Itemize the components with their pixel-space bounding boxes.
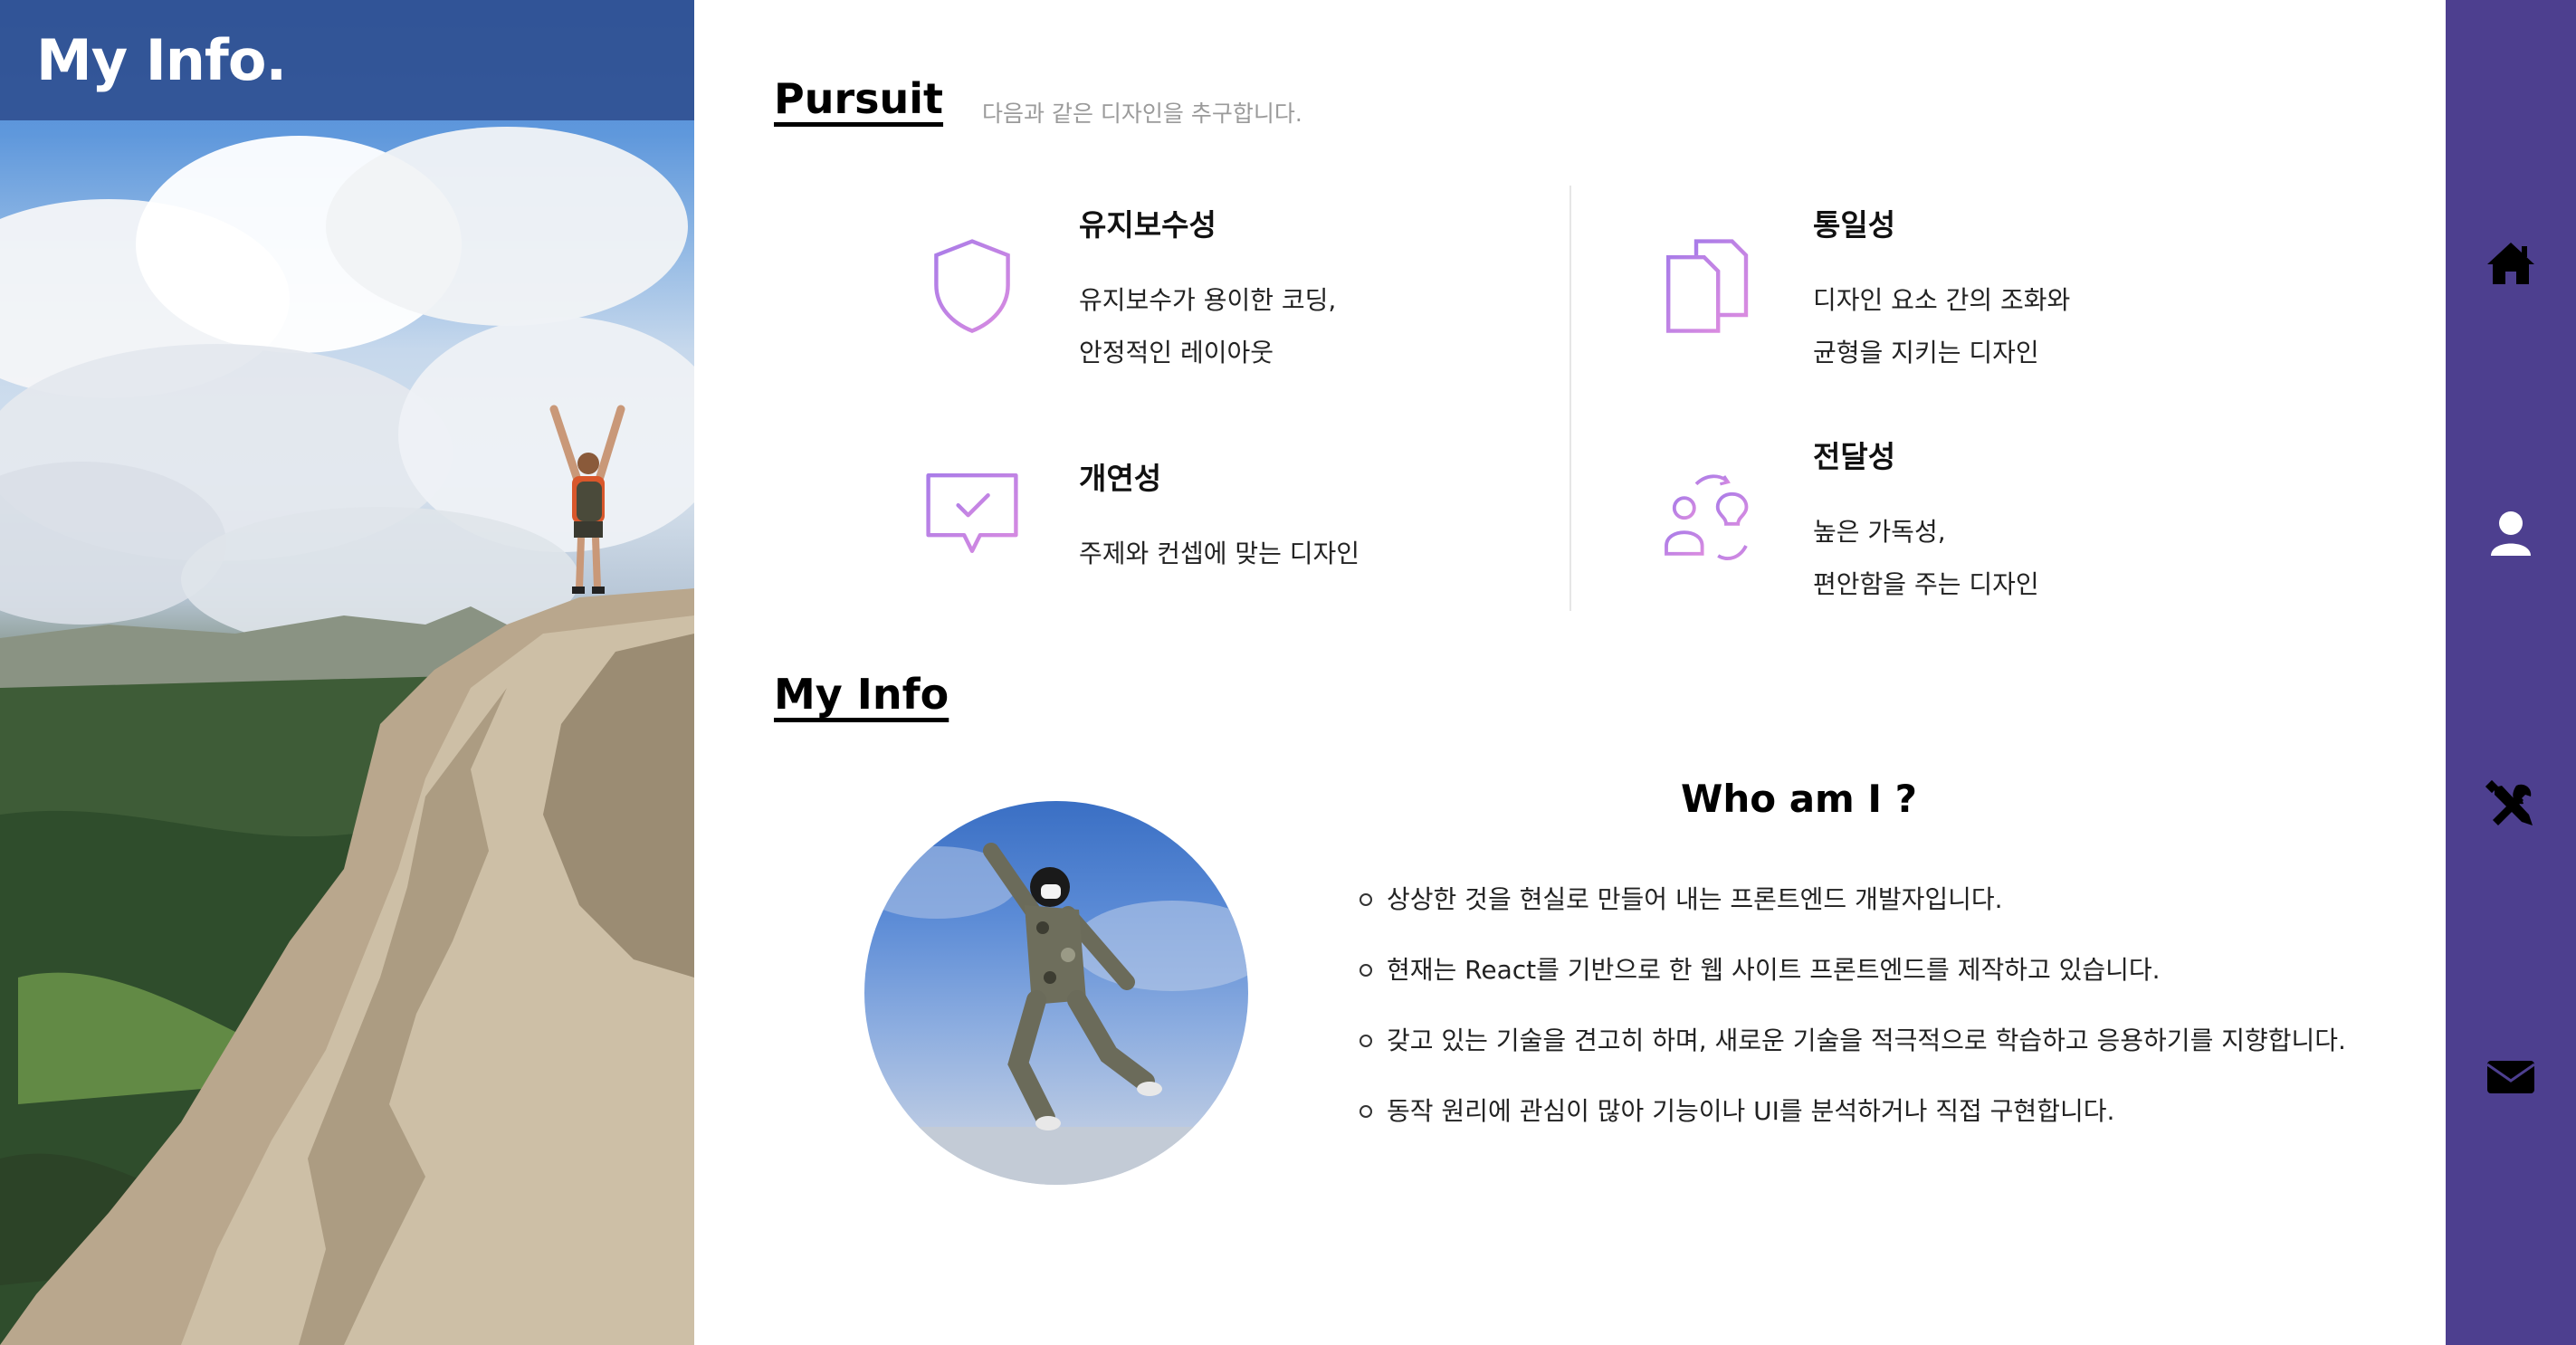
card-text: 디자인 요소 간의 조화와 — [1813, 285, 2071, 315]
chat-check-icon — [926, 473, 1018, 553]
nav-contact-button[interactable] — [2484, 1050, 2538, 1104]
nav-home-button[interactable] — [2484, 235, 2538, 290]
documents-icon — [1666, 239, 1749, 333]
card-title: 통일성 — [1813, 207, 1896, 243]
shield-icon — [934, 239, 1010, 333]
card-text: 유지보수가 용이한 코딩, — [1079, 285, 1337, 315]
card-text: 균형을 지키는 디자인 — [1813, 338, 2039, 367]
myinfo-title: My Info — [774, 670, 949, 719]
user-icon — [2491, 511, 2531, 556]
profile-photo-image — [864, 843, 1248, 1185]
list-item: 동작 원리에 관심이 많아 기능이나 UI를 분석하거나 직접 구현합니다. — [1360, 1090, 2355, 1133]
card-text: 편안함을 주는 디자인 — [1813, 569, 2039, 599]
card-title: 유지보수성 — [1079, 207, 1216, 243]
card-title: 개연성 — [1079, 461, 1162, 496]
list-item-text: 동작 원리에 관심이 많아 기능이나 UI를 분석하거나 직접 구현합니다. — [1387, 1096, 2115, 1126]
pursuit-title: Pursuit — [774, 74, 944, 123]
pursuit-subtitle: 다음과 같은 디자인을 추구합니다. — [982, 100, 1302, 127]
list-item-text: 현재는 React를 기반으로 한 웹 사이트 프론트엔드를 제작하고 있습니다… — [1387, 955, 2161, 985]
bullet-icon — [1360, 964, 1372, 977]
nav-skills-button[interactable] — [2484, 778, 2538, 833]
list-item-text: 갖고 있는 기술을 견고히 하며, 새로운 기술을 적극적으로 학습하고 응용하… — [1387, 1025, 2346, 1055]
list-item: 상상한 것을 현실로 만들어 내는 프론트엔드 개발자입니다. — [1360, 878, 2355, 921]
about-list: 상상한 것을 현실로 만들어 내는 프론트엔드 개발자입니다. 현재는 Reac… — [1360, 878, 2355, 1160]
hero-panel: My Info. — [0, 0, 694, 1345]
home-icon — [2487, 243, 2534, 284]
side-nav — [2446, 0, 2576, 1345]
bullet-icon — [1360, 1105, 1372, 1118]
pursuit-divider — [1569, 186, 1571, 611]
person-idea-icon — [1665, 474, 1749, 560]
bullet-icon — [1360, 1035, 1372, 1047]
list-item: 갖고 있는 기술을 견고히 하며, 새로운 기술을 적극적으로 학습하고 응용하… — [1360, 1019, 2355, 1063]
nav-profile-button[interactable] — [2484, 507, 2538, 561]
tools-icon — [2485, 779, 2533, 825]
list-item: 현재는 React를 기반으로 한 웹 사이트 프론트엔드를 제작하고 있습니다… — [1360, 949, 2355, 992]
hero-title: My Info. — [36, 27, 287, 93]
card-text: 높은 가독성, — [1813, 517, 1946, 547]
bullet-icon — [1360, 893, 1372, 906]
main-content: Pursuit 다음과 같은 디자인을 추구합니다. 유지보수성 유지보수가 용… — [694, 0, 2446, 1345]
card-text: 안정적인 레이아웃 — [1079, 338, 1274, 367]
card-title: 전달성 — [1813, 439, 1896, 474]
list-item-text: 상상한 것을 현실로 만들어 내는 프론트엔드 개발자입니다. — [1387, 884, 2003, 914]
card-text: 주제와 컨셉에 맞는 디자인 — [1079, 539, 1360, 568]
profile-photo — [864, 801, 1248, 1185]
hero-image — [0, 127, 694, 1345]
who-am-i-title: Who am I ? — [1681, 777, 1918, 821]
mail-icon — [2486, 1061, 2535, 1093]
